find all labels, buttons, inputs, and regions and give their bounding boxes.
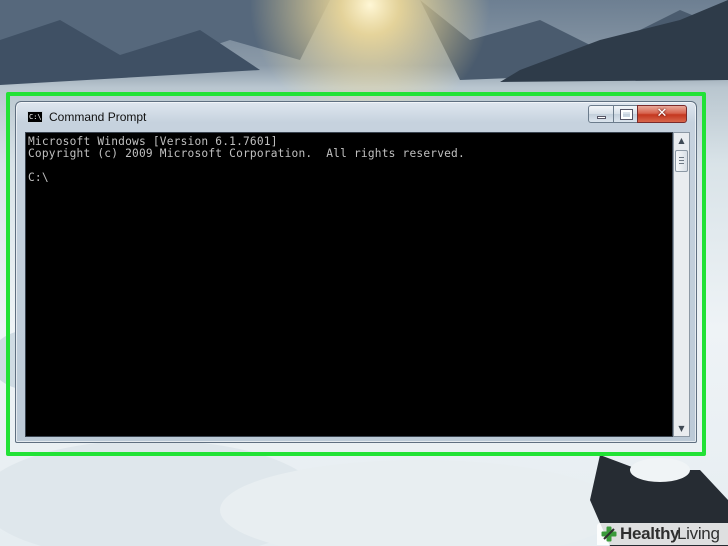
maximize-button[interactable] (613, 105, 638, 123)
window-title: Command Prompt (49, 110, 147, 124)
command-prompt-window[interactable]: C:\ Command Prompt ✕ Microsoft Windows [… (15, 101, 697, 443)
close-icon: ✕ (656, 106, 668, 121)
console-line-copyright: Copyright (c) 2009 Microsoft Corporation… (28, 147, 465, 160)
title-bar[interactable]: C:\ Command Prompt ✕ (16, 102, 696, 132)
maximize-icon (620, 109, 633, 120)
scroll-down-arrow-icon[interactable]: ▼ (674, 421, 689, 436)
brand-living: Living (677, 524, 720, 543)
console-prompt[interactable]: C:\ (28, 172, 49, 184)
minimize-icon (597, 116, 606, 119)
vertical-scrollbar[interactable]: ▲ ▼ (673, 132, 690, 437)
close-button[interactable]: ✕ (637, 105, 687, 123)
watermark: Healthy Living (597, 523, 728, 545)
scroll-up-arrow-icon[interactable]: ▲ (674, 133, 689, 148)
grip-icon (679, 157, 684, 164)
brand-healthy: Healthy (620, 524, 680, 543)
medical-cross-icon (601, 526, 617, 542)
minimize-button[interactable] (588, 105, 614, 123)
console-area[interactable]: Microsoft Windows [Version 6.1.7601] Cop… (25, 132, 673, 437)
cmd-icon[interactable]: C:\ (27, 111, 43, 123)
scrollbar-thumb[interactable] (675, 150, 688, 172)
